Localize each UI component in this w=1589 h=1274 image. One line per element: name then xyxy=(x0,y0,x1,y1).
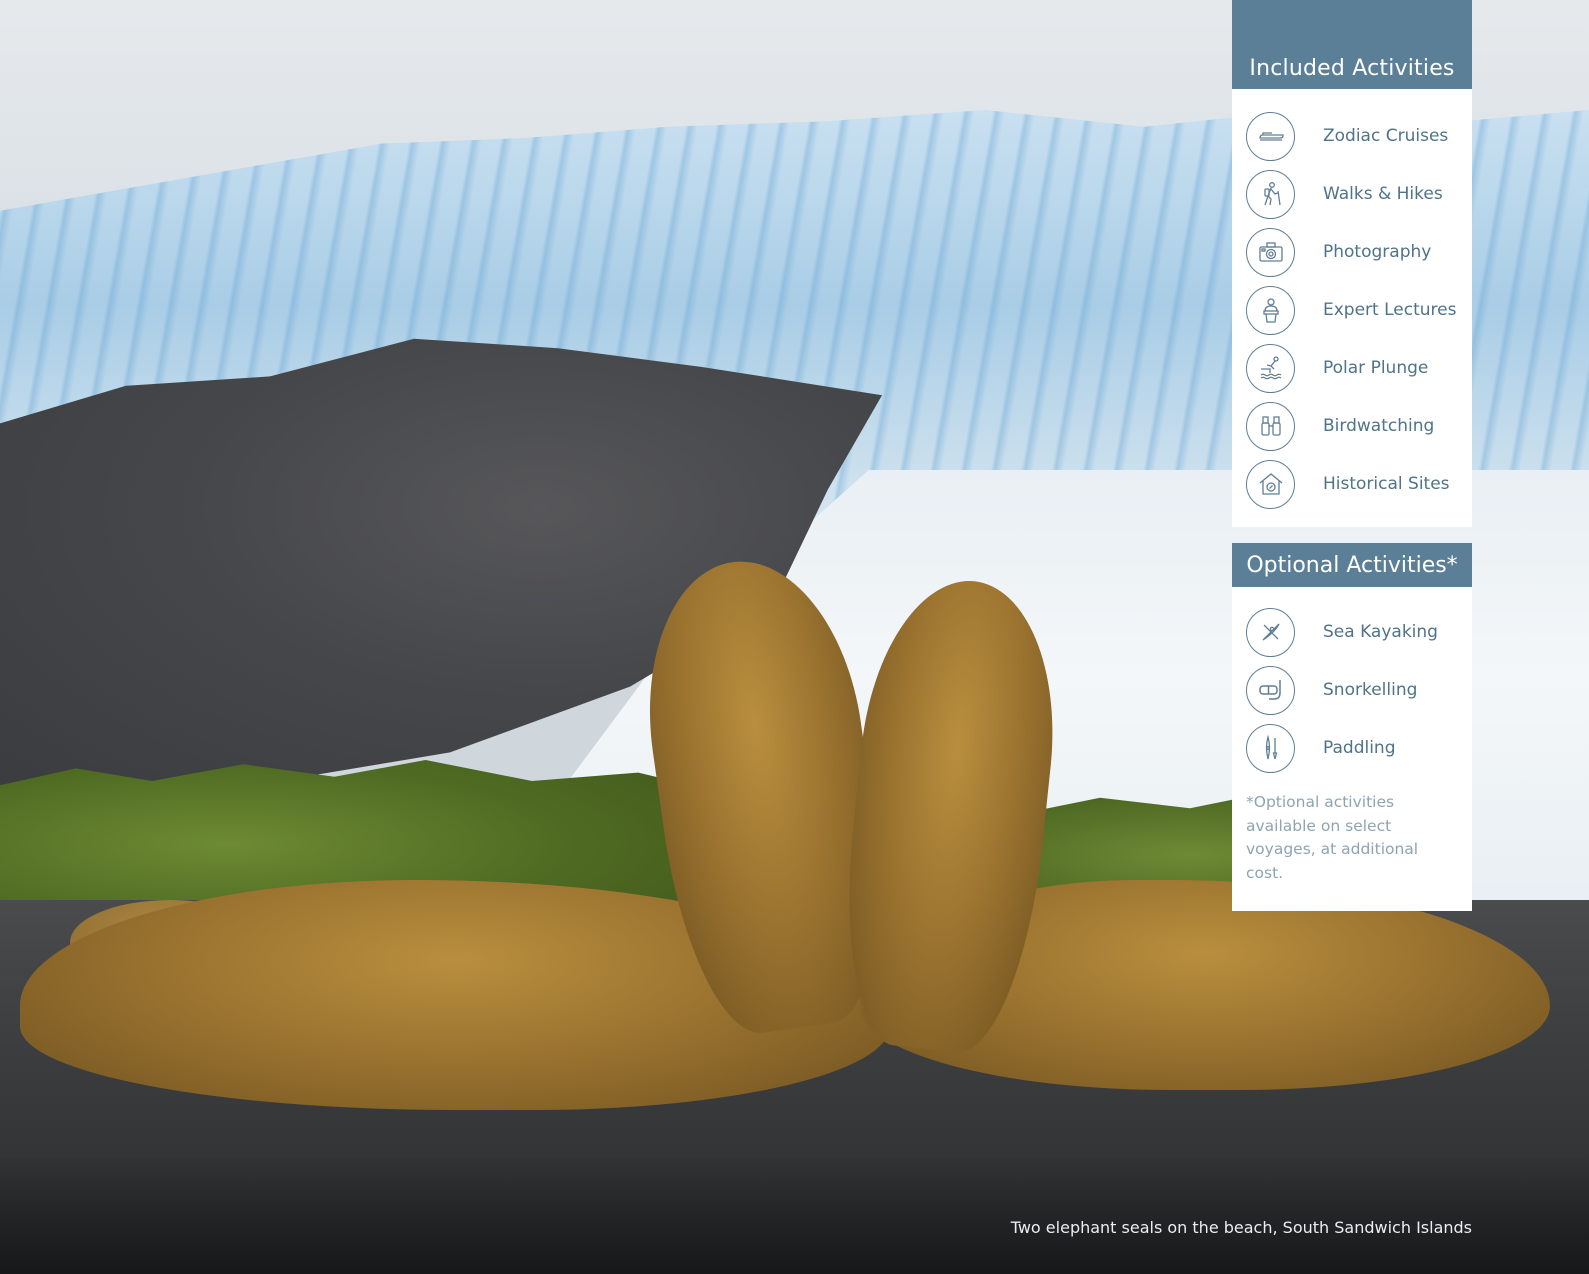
optional-list: Sea Kayaking Snorkelling Paddling *Optio… xyxy=(1232,587,1472,911)
activity-label: Historical Sites xyxy=(1323,474,1450,494)
activity-label: Zodiac Cruises xyxy=(1323,126,1449,146)
activity-label: Snorkelling xyxy=(1323,680,1418,700)
paddleboard-icon xyxy=(1246,723,1295,773)
activity-label: Expert Lectures xyxy=(1323,300,1457,320)
zodiac-boat-icon xyxy=(1246,111,1295,161)
activity-label: Paddling xyxy=(1323,738,1396,758)
activity-historical-sites: Historical Sites xyxy=(1232,455,1472,513)
activity-polar-plunge: Polar Plunge xyxy=(1232,339,1472,397)
activity-label: Sea Kayaking xyxy=(1323,622,1438,642)
activity-zodiac-cruises: Zodiac Cruises xyxy=(1232,107,1472,165)
optional-header: Optional Activities* xyxy=(1232,543,1472,587)
binoculars-icon xyxy=(1246,401,1295,451)
historic-house-icon xyxy=(1246,459,1295,509)
bottom-shade xyxy=(0,1150,1589,1274)
activity-paddling: Paddling xyxy=(1232,719,1472,777)
included-title: Included Activities xyxy=(1249,56,1455,81)
optional-title: Optional Activities* xyxy=(1246,552,1458,578)
activity-sea-kayaking: Sea Kayaking xyxy=(1232,603,1472,661)
brochure-page: Included Activities Zodiac Cruises Walks… xyxy=(0,0,1589,1274)
camera-icon xyxy=(1246,227,1295,277)
optional-footnote: *Optional activities available on select… xyxy=(1246,793,1419,882)
activity-label: Birdwatching xyxy=(1323,416,1435,436)
activity-walks-hikes: Walks & Hikes xyxy=(1232,165,1472,223)
diver-icon xyxy=(1246,343,1295,393)
activities-panel: Included Activities Zodiac Cruises Walks… xyxy=(1232,0,1472,911)
photo-caption: Two elephant seals on the beach, South S… xyxy=(1010,1218,1472,1237)
snorkel-mask-icon xyxy=(1246,665,1295,715)
activity-snorkelling: Snorkelling xyxy=(1232,661,1472,719)
included-list: Zodiac Cruises Walks & Hikes Photography… xyxy=(1232,89,1472,527)
activity-label: Polar Plunge xyxy=(1323,358,1429,378)
activity-birdwatching: Birdwatching xyxy=(1232,397,1472,455)
activity-label: Photography xyxy=(1323,242,1432,262)
included-header: Included Activities xyxy=(1232,0,1472,89)
lecturer-icon xyxy=(1246,285,1295,335)
hiker-icon xyxy=(1246,169,1295,219)
kayak-icon xyxy=(1246,607,1295,657)
activity-label: Walks & Hikes xyxy=(1323,184,1443,204)
activity-photography: Photography xyxy=(1232,223,1472,281)
activity-expert-lectures: Expert Lectures xyxy=(1232,281,1472,339)
